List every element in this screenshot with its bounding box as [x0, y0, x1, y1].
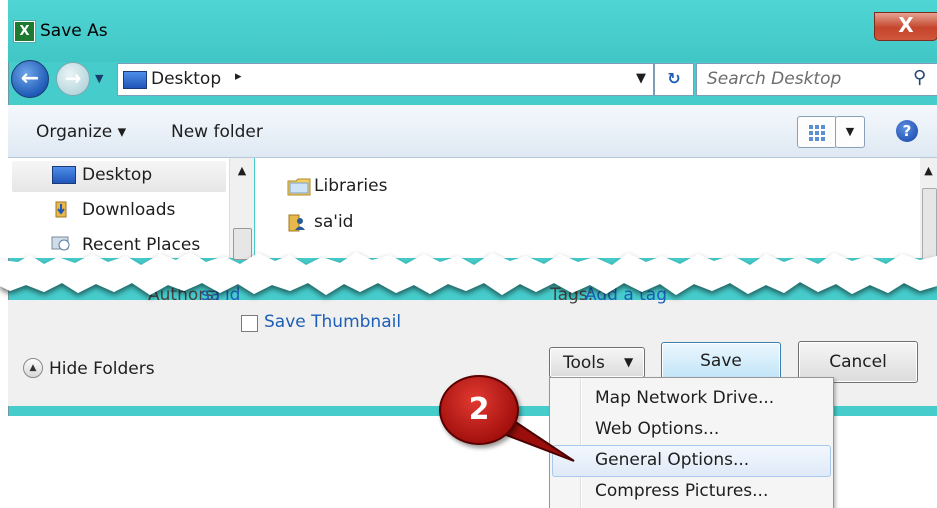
menu-item-web-options[interactable]: Web Options...	[552, 414, 829, 444]
close-button[interactable]: X	[874, 12, 937, 41]
step-callout-badge: 2	[439, 375, 519, 445]
save-button[interactable]: Save	[661, 342, 781, 381]
organize-button[interactable]: Organize ▾	[36, 122, 126, 142]
recent-pages-dropdown-icon[interactable]: ▼	[95, 72, 103, 85]
desktop-folder-icon	[123, 71, 147, 89]
dropdown-arrow-icon: ▼	[624, 355, 634, 369]
sidebar-item-desktop[interactable]: Desktop	[82, 165, 152, 185]
forward-arrow-icon[interactable]: →	[56, 62, 90, 96]
user-folder-icon	[287, 212, 307, 232]
address-dropdown-icon[interactable]: ▼	[636, 71, 646, 86]
save-thumbnail-checkbox[interactable]	[241, 315, 258, 332]
scroll-up-icon[interactable]: ▲	[920, 164, 937, 177]
search-box[interactable]: ⚲	[696, 63, 937, 96]
search-input[interactable]	[707, 69, 897, 89]
command-toolbar: Organize ▾ New folder ▼ ?	[8, 105, 937, 158]
new-folder-button[interactable]: New folder	[171, 122, 263, 142]
scroll-up-icon[interactable]: ▲	[230, 164, 254, 177]
sidebar-item-downloads[interactable]: Downloads	[82, 200, 175, 220]
tools-dropdown-menu: Map Network Drive... Web Options... Gene…	[549, 377, 834, 508]
menu-item-label: Compress Pictures...	[595, 481, 769, 501]
menu-item-general-options[interactable]: General Options...	[552, 445, 831, 477]
title-bar[interactable]	[8, 0, 937, 62]
tools-button[interactable]: Tools ▼	[549, 347, 645, 378]
file-item-libraries[interactable]: Libraries	[314, 176, 387, 196]
torn-paper-separator	[0, 252, 937, 295]
desktop-icon	[52, 166, 76, 184]
menu-item-label: General Options...	[595, 450, 750, 470]
window-title: Save As	[40, 21, 108, 41]
view-options-dropdown-icon[interactable]: ▼	[835, 116, 865, 148]
libraries-folder-icon	[287, 176, 311, 196]
help-icon[interactable]: ?	[896, 120, 918, 142]
menu-item-label: Map Network Drive...	[595, 388, 775, 408]
save-thumbnail-label[interactable]: Save Thumbnail	[264, 312, 401, 332]
search-icon[interactable]: ⚲	[913, 67, 926, 88]
menu-item-label: Web Options...	[595, 419, 720, 439]
back-arrow-icon[interactable]: ←	[11, 60, 49, 98]
address-text: Desktop	[151, 69, 222, 89]
view-grid-icon	[809, 125, 825, 141]
menu-item-map-network-drive[interactable]: Map Network Drive...	[552, 383, 829, 413]
address-bar[interactable]: Desktop ▸ ▼	[117, 63, 654, 96]
refresh-icon[interactable]: ↻	[654, 63, 694, 96]
tools-label: Tools	[563, 353, 605, 373]
hide-folders-button[interactable]: Hide Folders	[49, 359, 155, 379]
downloads-folder-icon	[53, 200, 69, 218]
file-item-said[interactable]: sa'id	[314, 212, 353, 232]
collapse-chevron-icon[interactable]: ▲	[23, 358, 43, 378]
menu-item-compress-pictures[interactable]: Compress Pictures...	[552, 476, 829, 506]
excel-app-icon: X	[14, 21, 35, 42]
address-separator[interactable]: ▸	[235, 69, 242, 84]
change-view-button[interactable]	[797, 116, 837, 148]
